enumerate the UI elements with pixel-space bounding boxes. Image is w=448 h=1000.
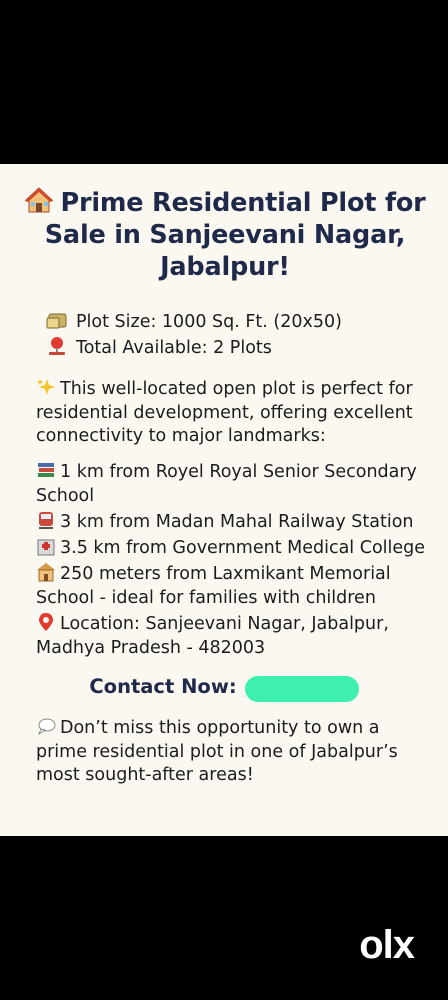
listing-title: Prime Residential Plot for Sale in Sanje… <box>20 186 430 283</box>
closing-paragraph: Don’t miss this opportunity to own a pri… <box>36 716 426 788</box>
sparkles-icon <box>37 379 55 395</box>
landmark-4-text: 250 meters from Laxmikant Memorial Schoo… <box>36 564 391 608</box>
money-icon <box>46 313 67 329</box>
landmark-2: 3 km from Madan Mahal Railway Station <box>36 510 426 535</box>
top-black-band <box>0 0 448 164</box>
location-text: Location: Sanjeevani Nagar, Jabalpur, Ma… <box>36 614 389 658</box>
contact-inner: Contact Now: <box>89 674 359 702</box>
speech-bubble-icon <box>37 718 56 736</box>
landmark-3-text: 3.5 km from Government Medical College <box>60 538 426 558</box>
house-icon <box>25 187 54 213</box>
hospital-icon <box>37 539 55 556</box>
landmark-1-text: 1 km from Royel Royal Senior Secondary S… <box>36 462 417 506</box>
listing-title-text: Prime Residential Plot for Sale in Sanje… <box>44 188 426 282</box>
olx-watermark-logo: olx <box>359 923 415 967</box>
contact-label: Contact Now: <box>89 675 237 698</box>
closing-text: Don’t miss this opportunity to own a pri… <box>36 718 398 785</box>
school-icon <box>37 563 55 582</box>
intro-text: This well-located open plot is perfect f… <box>36 379 413 446</box>
landmark-3: 3.5 km from Government Medical College <box>36 536 426 561</box>
location-pin-icon <box>39 613 53 631</box>
books-icon <box>38 463 54 477</box>
pin-icon <box>49 337 65 355</box>
landmark-1: 1 km from Royel Royal Senior Secondary S… <box>36 460 426 508</box>
landmark-2-text: 3 km from Madan Mahal Railway Station <box>60 512 414 532</box>
bottom-black-band: olx <box>0 836 448 1000</box>
contact-line: Contact Now: <box>0 674 448 702</box>
redacted-phone-number <box>244 676 359 702</box>
total-available-text: Total Available: 2 Plots <box>76 338 272 358</box>
plot-size-line: Plot Size: 1000 Sq. Ft. (20x50) <box>46 310 342 334</box>
ad-image-card: Prime Residential Plot for Sale in Sanje… <box>0 164 448 836</box>
train-icon <box>39 512 53 529</box>
landmark-4: 250 meters from Laxmikant Memorial Schoo… <box>36 562 426 610</box>
intro-paragraph: This well-located open plot is perfect f… <box>36 377 426 449</box>
total-available-line: Total Available: 2 Plots <box>46 336 272 360</box>
location-line: Location: Sanjeevani Nagar, Jabalpur, Ma… <box>36 612 426 660</box>
plot-size-text: Plot Size: 1000 Sq. Ft. (20x50) <box>76 312 342 332</box>
